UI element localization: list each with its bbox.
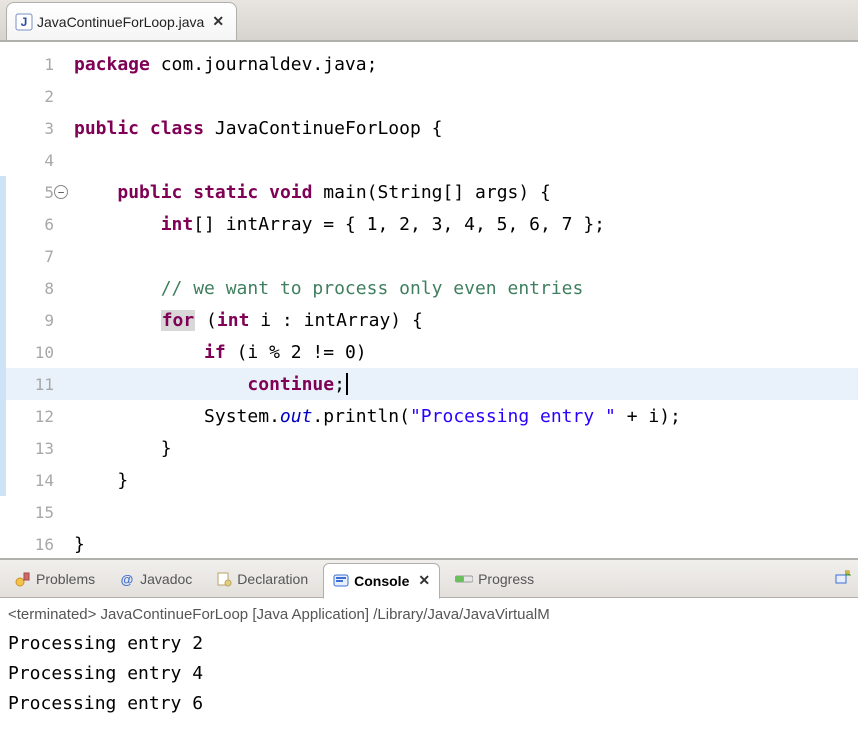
tab-declaration[interactable]: Declaration [207,563,317,595]
java-file-icon: J [15,13,33,31]
pin-console-icon[interactable] [834,568,852,589]
bottom-view-tabbar: Problems @ Javadoc Declaration Conso [0,558,858,598]
tab-javadoc[interactable]: @ Javadoc [110,563,201,595]
javadoc-icon: @ [119,571,135,587]
tab-label: Javadoc [140,571,192,587]
svg-text:J: J [21,15,28,29]
close-icon[interactable]: ✕ [418,572,430,589]
tab-progress[interactable]: Progress [446,563,543,595]
code-editor[interactable]: 1 2 3 4 5 − 6 7 8 9 10 11 12 13 14 15 16… [0,42,858,558]
text-caret [346,373,348,395]
editor-tab-active[interactable]: J JavaContinueForLoop.java ✕ [6,2,237,40]
console-process-header: <terminated> JavaContinueForLoop [Java A… [8,604,850,629]
console-view[interactable]: <terminated> JavaContinueForLoop [Java A… [0,598,858,725]
console-output-line: Processing entry 2 [8,629,850,659]
close-icon[interactable]: ✕ [212,13,224,30]
editor-tabbar: J JavaContinueForLoop.java ✕ [0,0,858,42]
progress-icon [455,572,473,586]
svg-text:@: @ [121,572,134,587]
console-icon [333,573,349,589]
declaration-icon [216,571,232,587]
code-content[interactable]: package com.journaldev.java; public clas… [64,42,858,558]
tab-console[interactable]: Console ✕ [323,563,440,599]
editor-tab-label: JavaContinueForLoop.java [37,14,204,30]
tab-label: Problems [36,571,95,587]
line-number-gutter: 1 2 3 4 5 − 6 7 8 9 10 11 12 13 14 15 16 [0,42,64,558]
problems-icon [15,571,31,587]
console-output-line: Processing entry 6 [8,689,850,719]
tab-problems[interactable]: Problems [6,563,104,595]
tab-label: Console [354,573,409,589]
tab-label: Progress [478,571,534,587]
console-output-line: Processing entry 4 [8,659,850,689]
tab-label: Declaration [237,571,308,587]
